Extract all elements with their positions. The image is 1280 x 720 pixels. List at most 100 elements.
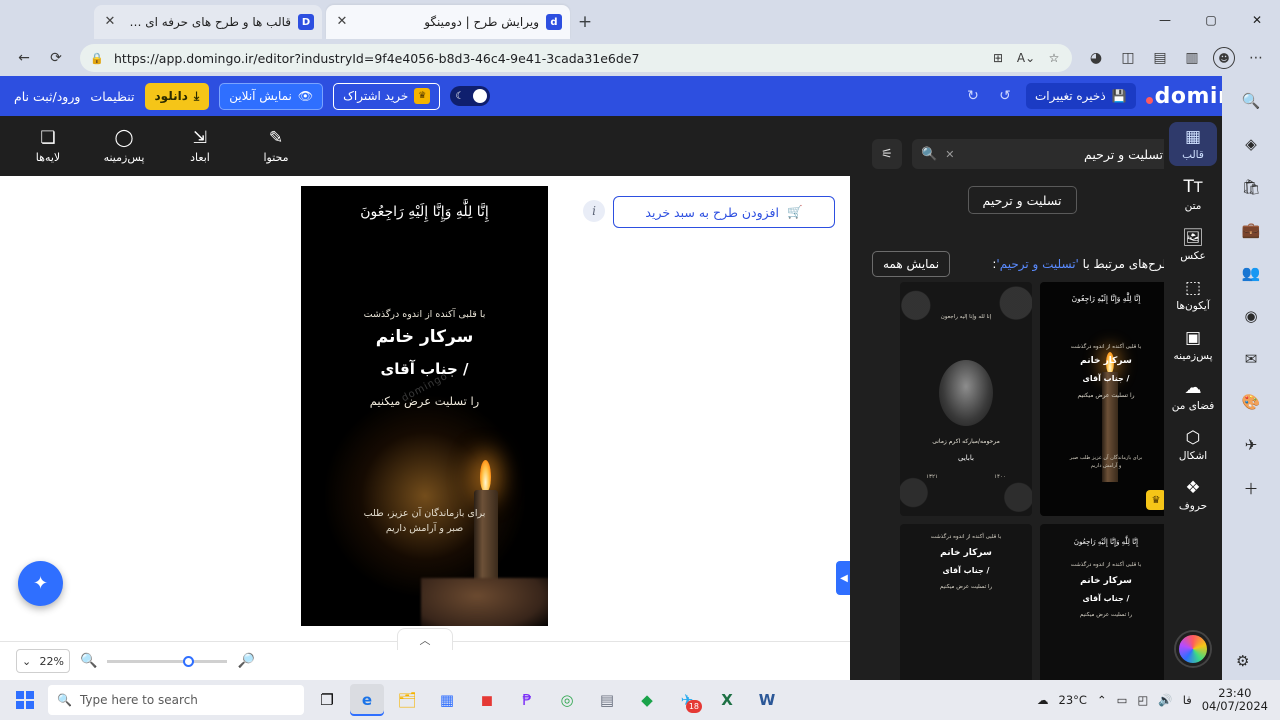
- show-hidden-icons[interactable]: ⌃: [1097, 693, 1107, 707]
- save-changes-button[interactable]: 💾 ذخیره تغییرات: [1025, 83, 1136, 109]
- store-icon[interactable]: ▦: [430, 684, 464, 716]
- minimize-button[interactable]: —: [1142, 0, 1188, 40]
- sidebar-item-text[interactable]: TT متن: [1169, 172, 1217, 217]
- briefcase-icon[interactable]: 💼: [1236, 215, 1266, 245]
- back-icon[interactable]: ←: [10, 44, 38, 72]
- sidebar-item-icons[interactable]: ⬚ آیکون‌ها: [1169, 273, 1217, 317]
- search-icon[interactable]: 🔍: [1236, 86, 1266, 116]
- reload-icon[interactable]: ⟳: [42, 44, 70, 72]
- template-search-input[interactable]: 🔍 ✕ تسلیت و ترحیم: [912, 139, 1172, 169]
- notes-icon[interactable]: ▤: [590, 684, 624, 716]
- subscribe-button[interactable]: ♛ خرید اشتراک: [333, 82, 441, 110]
- volume-icon[interactable]: 🔊: [1158, 693, 1172, 707]
- edge-icon[interactable]: e: [350, 684, 384, 716]
- settings-link[interactable]: تنظیمات: [90, 89, 134, 104]
- info-icon[interactable]: i: [583, 200, 605, 222]
- people-icon[interactable]: 👥: [1236, 258, 1266, 288]
- download-button[interactable]: ⤓ دانلود: [144, 82, 210, 110]
- maximize-button[interactable]: ▢: [1188, 0, 1234, 40]
- letters-icon: ❖: [1185, 478, 1201, 498]
- collapse-panel-chip[interactable]: ︿: [397, 628, 453, 650]
- sidebar-item-image[interactable]: 🖼 عکس: [1169, 223, 1217, 267]
- excel-icon[interactable]: X: [710, 684, 744, 716]
- shopping-icon[interactable]: 🛍: [1236, 172, 1266, 202]
- telegram-icon[interactable]: ✈: [1236, 430, 1266, 460]
- telegram-icon[interactable]: ✈ 18: [670, 684, 704, 716]
- tab-close-icon[interactable]: ✕: [334, 14, 350, 30]
- favorite-icon[interactable]: ☆: [1044, 44, 1064, 72]
- task-view-icon[interactable]: ❐: [310, 684, 344, 716]
- tool-background[interactable]: ◯ پس‌زمینه: [98, 128, 150, 164]
- related-row: طرح‌های مرتبط با 'تسلیت و ترحیم': نمایش …: [872, 250, 1172, 278]
- split-screen-icon[interactable]: ⊞: [988, 44, 1008, 72]
- sidebar-item-shapes[interactable]: ⬡ اشکال: [1169, 423, 1217, 467]
- zoom-out-icon[interactable]: 🔎: [237, 653, 254, 669]
- zoom-level-select[interactable]: ⌄ 22%: [16, 649, 70, 673]
- tab-close-icon[interactable]: ✕: [102, 14, 118, 30]
- office-icon[interactable]: ◉: [1236, 301, 1266, 331]
- magic-wand-button[interactable]: ✦: [18, 561, 63, 606]
- sidebar-item-template[interactable]: ▦ قالب: [1169, 122, 1217, 166]
- show-all-button[interactable]: نمایش همه: [872, 251, 951, 277]
- browser-tab-2[interactable]: d ویرایش طرح | دومینگو ✕: [326, 5, 570, 39]
- undo-icon[interactable]: ↺: [994, 88, 1016, 104]
- file-explorer-icon[interactable]: 🗂: [390, 684, 424, 716]
- app-purple-icon[interactable]: ₱: [510, 684, 544, 716]
- address-bar[interactable]: 🔒 https://app.domingo.ir/editor?industry…: [80, 44, 1072, 72]
- add-sidebar-icon[interactable]: ＋: [1236, 473, 1266, 503]
- clock[interactable]: 23:40 04/07/2024: [1202, 687, 1268, 713]
- color-palette-icon[interactable]: [1176, 632, 1210, 666]
- canvas-area[interactable]: i 🛒 افزودن طرح به سبد خرید إِنَّا لِلَّٰ…: [0, 176, 850, 641]
- clear-search-icon[interactable]: ✕: [945, 148, 954, 161]
- panel-toggle-handle[interactable]: ◀: [836, 561, 850, 595]
- sidebar-item-letters[interactable]: ❖ حروف: [1169, 473, 1217, 517]
- template-card[interactable]: إنا لله وإنا إليه راجعون مرحومه/مبارکه ا…: [900, 282, 1032, 516]
- outlook-icon[interactable]: ✉: [1236, 344, 1266, 374]
- designer-icon[interactable]: 🎨: [1236, 387, 1266, 417]
- taskbar-search[interactable]: 🔍 Type here to search: [48, 685, 304, 715]
- new-tab-button[interactable]: +: [572, 10, 598, 36]
- design-canvas[interactable]: إِنَّا لِلَّٰهِ وَإِنَّا إِلَيْهِ رَاجِع…: [301, 186, 548, 626]
- add-to-cart-button[interactable]: 🛒 افزودن طرح به سبد خرید: [613, 196, 835, 228]
- template-card[interactable]: إِنَّا لِلَّٰهِ وَإِنَّا إِلَيْهِ رَاجِع…: [1040, 524, 1172, 680]
- app-red-icon[interactable]: ◼: [470, 684, 504, 716]
- template-card[interactable]: إِنَّا لِلَّٰهِ وَإِنَّا إِلَيْهِ رَاجِع…: [1040, 282, 1172, 516]
- sidebar-item-background[interactable]: ▣ پس‌زمینه: [1169, 323, 1217, 367]
- suggestion-chip[interactable]: تسلیت و ترحیم: [967, 186, 1077, 214]
- split-screen-toolbar-icon[interactable]: ◫: [1114, 44, 1142, 72]
- zoom-in-icon[interactable]: 🔍: [80, 653, 97, 669]
- save-label: ذخیره تغییرات: [1034, 89, 1106, 103]
- tool-layers[interactable]: ❏ لایه‌ها: [22, 128, 74, 164]
- redo-icon[interactable]: ↻: [962, 88, 984, 104]
- gear-icon[interactable]: ⚙: [1236, 652, 1249, 670]
- browser-tab-1[interactable]: D قالب ها و طرح های حرفه ای و رایگان ✕: [94, 5, 322, 39]
- read-aloud-icon[interactable]: A⌄: [1016, 44, 1036, 72]
- profile-icon[interactable]: ☻: [1210, 44, 1238, 72]
- tool-content[interactable]: ✎ محتوا: [250, 128, 302, 164]
- close-window-button[interactable]: ✕: [1234, 0, 1280, 40]
- chrome-icon[interactable]: ◎: [550, 684, 584, 716]
- battery-icon[interactable]: ▭: [1117, 693, 1128, 707]
- online-preview-button[interactable]: 👁 نمایش آنلاین: [219, 82, 324, 110]
- word-icon[interactable]: W: [750, 684, 784, 716]
- language-indicator[interactable]: فا: [1183, 693, 1192, 707]
- filter-icon[interactable]: ⚟: [872, 139, 902, 169]
- editor-toolbar: ❏ لایه‌ها ◯ پس‌زمینه ⇲ ابعاد ✎ محتوا: [0, 116, 850, 176]
- history-icon[interactable]: ▥: [1178, 44, 1206, 72]
- zoom-slider[interactable]: [107, 655, 228, 667]
- collections-icon[interactable]: ▤: [1146, 44, 1174, 72]
- account-link[interactable]: ورود/ثبت نام: [14, 89, 80, 104]
- zoom-slider-thumb[interactable]: [183, 655, 195, 667]
- sidebar-item-myspace[interactable]: ☁ فضای من: [1169, 373, 1217, 417]
- template-card[interactable]: با قلبی آکنده از اندوه درگذشت سرکار خانم…: [900, 524, 1032, 680]
- app-green-icon[interactable]: ◆: [630, 684, 664, 716]
- card-line-1: با قلبی آکنده از اندوه درگذشت: [1070, 344, 1142, 350]
- browser-essentials-icon[interactable]: ◕: [1082, 44, 1110, 72]
- network-icon[interactable]: ◰: [1137, 693, 1148, 707]
- copilot-icon[interactable]: ◈: [1236, 129, 1266, 159]
- settings-more-icon[interactable]: ⋯: [1242, 44, 1270, 72]
- tool-dimensions[interactable]: ⇲ ابعاد: [174, 128, 226, 164]
- card-line-2: سرکار خانم: [1080, 576, 1132, 586]
- dark-mode-toggle[interactable]: ☾: [450, 86, 491, 106]
- start-button[interactable]: [8, 685, 42, 715]
